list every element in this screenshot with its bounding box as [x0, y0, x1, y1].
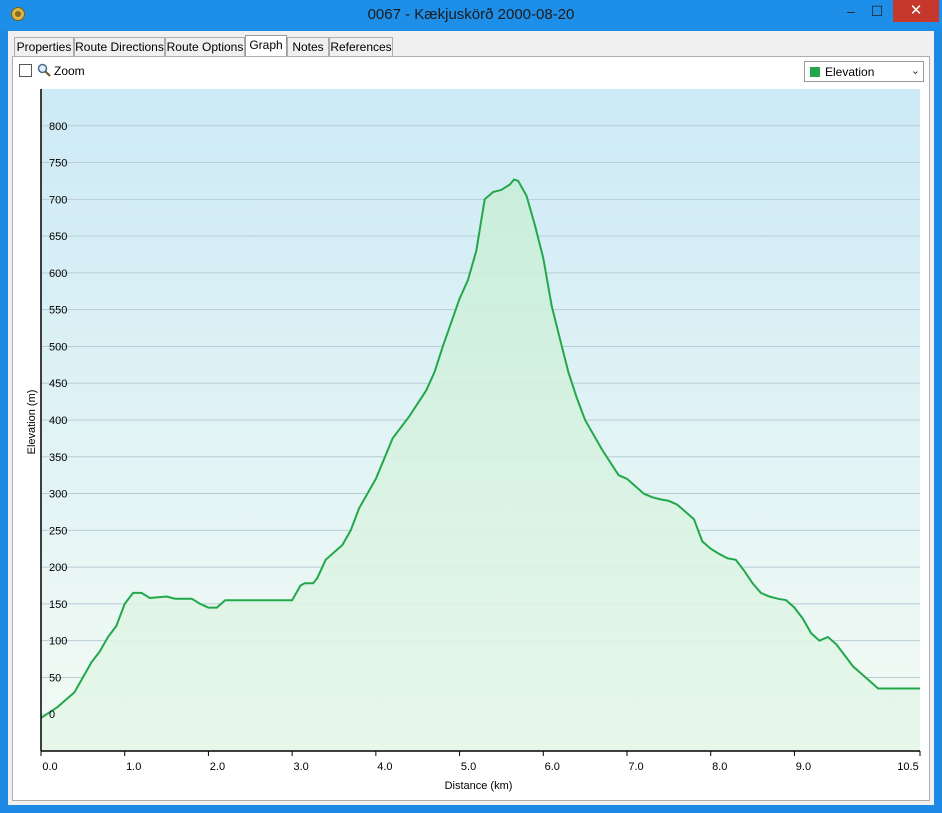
y-tick-label: 500 [49, 341, 67, 353]
x-tick-label: 4.0 [377, 761, 392, 773]
y-tick-label: 200 [49, 562, 67, 574]
y-axis-label: Elevation (m) [26, 390, 38, 455]
x-tick-label: 10.5 [897, 761, 918, 773]
y-tick-label: 100 [49, 636, 67, 648]
x-tick-label: 3.0 [293, 761, 308, 773]
y-tick-label: 600 [49, 268, 67, 280]
x-tick-label: 7.0 [628, 761, 643, 773]
x-tick-label: 6.0 [545, 761, 560, 773]
y-tick-label: 0 [49, 709, 55, 721]
x-axis-label: Distance (km) [445, 780, 513, 792]
y-tick-label: 550 [49, 305, 67, 317]
y-tick-label: 250 [49, 525, 67, 537]
y-tick-label: 50 [49, 672, 61, 684]
y-tick-label: 150 [49, 599, 67, 611]
x-tick-label: 9.0 [796, 761, 811, 773]
y-tick-label: 400 [49, 415, 67, 427]
x-tick-label: 8.0 [712, 761, 727, 773]
x-tick-label: 0.0 [42, 761, 57, 773]
y-tick-label: 450 [49, 378, 67, 390]
app-window: 0067 - Kækjuskörð 2000-08-20 – ☐ ✕ Prope… [0, 0, 942, 813]
x-tick-label: 1.0 [126, 761, 141, 773]
y-tick-label: 300 [49, 489, 67, 501]
y-tick-label: 800 [49, 121, 67, 133]
y-tick-label: 650 [49, 231, 67, 243]
x-tick-label: 2.0 [210, 761, 225, 773]
y-tick-label: 350 [49, 452, 67, 464]
elevation-chart[interactable]: 0 50 100 150 200 250 300 350 400 450 500 550 600 650 7… [0, 0, 942, 813]
y-tick-label: 750 [49, 158, 67, 170]
x-tick-label: 5.0 [461, 761, 476, 773]
y-tick-label: 700 [49, 194, 67, 206]
